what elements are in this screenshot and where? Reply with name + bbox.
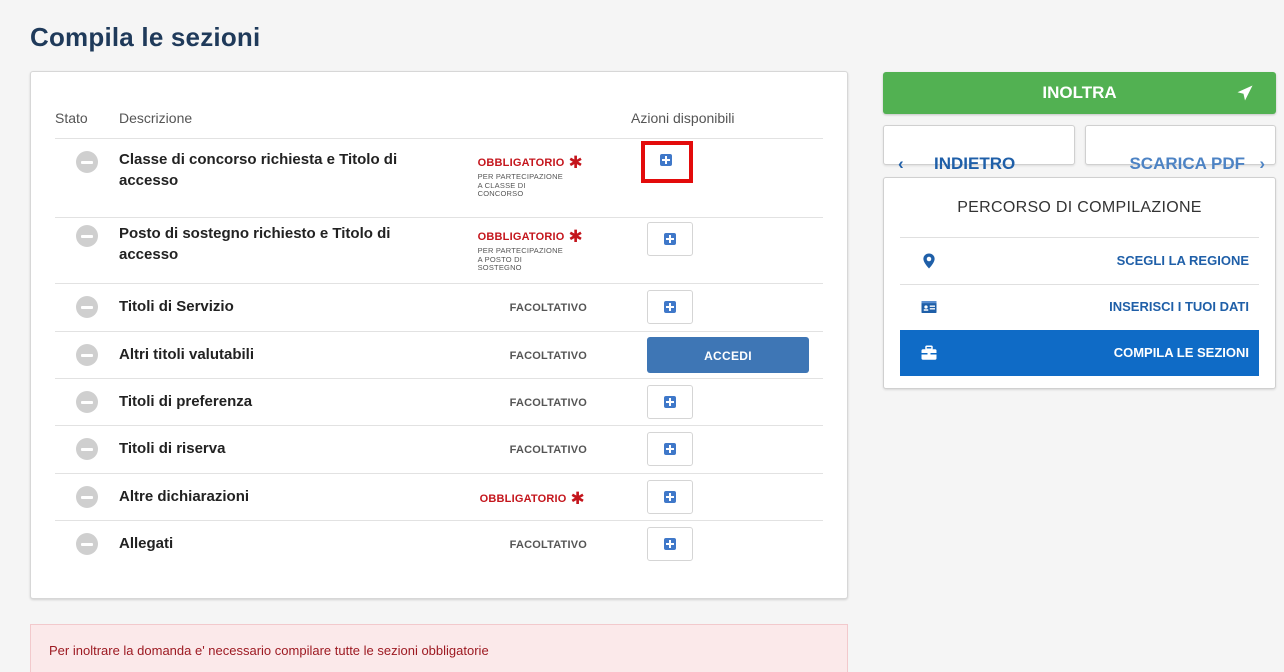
status-badge: FACOLTATIVO bbox=[509, 397, 587, 409]
paper-plane-icon bbox=[1237, 85, 1253, 101]
inoltra-label: INOLTRA bbox=[1042, 83, 1117, 102]
badge-note: PER PARTECIPAZIONE A POSTO DI SOSTEGNO bbox=[477, 246, 563, 272]
row-description: Titoli di riserva bbox=[119, 440, 226, 457]
id-card-icon bbox=[921, 301, 937, 313]
plus-icon bbox=[660, 154, 672, 166]
add-button[interactable] bbox=[647, 432, 693, 466]
step-scegli-regione[interactable]: SCEGLI LA REGIONE bbox=[900, 238, 1259, 285]
step-compila-sezioni[interactable]: COMPILA LE SEZIONI bbox=[900, 330, 1259, 376]
plus-icon bbox=[664, 301, 676, 313]
status-minus-icon bbox=[76, 296, 98, 318]
header-azioni: Azioni disponibili bbox=[631, 110, 735, 126]
status-badge: OBBLIGATORIO ✱ PER PARTECIPAZIONE A CLASS… bbox=[477, 153, 583, 198]
briefcase-icon bbox=[921, 345, 937, 360]
add-button[interactable] bbox=[647, 385, 693, 419]
table-row: Altre dichiarazioni OBBLIGATORIO ✱ bbox=[55, 473, 823, 521]
highlight-box bbox=[641, 141, 693, 183]
status-minus-icon bbox=[76, 391, 98, 413]
row-description: Altri titoli valutabili bbox=[119, 346, 255, 363]
header-descrizione: Descrizione bbox=[119, 110, 193, 126]
plus-icon bbox=[664, 491, 676, 503]
accedi-button[interactable]: ACCEDI bbox=[647, 337, 809, 373]
plus-icon bbox=[664, 443, 676, 455]
row-description: Classe di concorso richiesta e Titolo di… bbox=[119, 151, 398, 189]
badge-note: PER PARTECIPAZIONE A CLASSE DI CONCORSO bbox=[477, 172, 563, 198]
row-description: Allegati bbox=[119, 535, 174, 552]
table-row: Titoli di preferenza FACOLTATIVO bbox=[55, 378, 823, 426]
sections-card: Stato Descrizione Azioni disponibili Cla… bbox=[30, 71, 848, 599]
plus-icon bbox=[664, 396, 676, 408]
table-row: Titoli di Servizio FACOLTATIVO bbox=[55, 283, 823, 332]
status-minus-icon bbox=[76, 344, 98, 366]
map-pin-icon bbox=[923, 253, 935, 269]
table-row: Allegati FACOLTATIVO bbox=[55, 520, 823, 568]
row-description: Altre dichiarazioni bbox=[119, 488, 250, 505]
table-row: Classe di concorso richiesta e Titolo di… bbox=[55, 139, 823, 218]
status-badge: FACOLTATIVO bbox=[509, 302, 587, 314]
plus-icon bbox=[664, 538, 676, 550]
status-minus-icon bbox=[76, 438, 98, 460]
status-minus-icon bbox=[76, 533, 98, 555]
add-button[interactable] bbox=[647, 527, 693, 561]
status-badge: FACOLTATIVO bbox=[509, 350, 587, 362]
add-button[interactable] bbox=[647, 480, 693, 514]
plus-icon bbox=[664, 233, 676, 245]
status-badge: OBBLIGATORIO ✱ PER PARTECIPAZIONE A POSTO… bbox=[477, 227, 583, 272]
status-minus-icon bbox=[76, 486, 98, 508]
status-minus-icon bbox=[76, 151, 98, 173]
step-label: COMPILA LE SEZIONI bbox=[1113, 345, 1249, 360]
step-label: SCEGLI LA REGIONE bbox=[1116, 253, 1249, 268]
step-inserisci-dati[interactable]: INSERISCI I TUOI DATI bbox=[900, 284, 1259, 331]
row-description: Titoli di preferenza bbox=[119, 393, 253, 410]
download-pdf-button[interactable]: SCARICA PDF › bbox=[1085, 125, 1276, 173]
add-button[interactable] bbox=[647, 222, 693, 256]
header-stato: Stato bbox=[55, 110, 88, 126]
required-asterisk-icon: ✱ bbox=[570, 489, 585, 508]
table-row: Altri titoli valutabili FACOLTATIVO ACCE… bbox=[55, 331, 823, 379]
percorso-panel: PERCORSO DI COMPILAZIONE SCEGLI LA REGIO… bbox=[883, 177, 1276, 389]
required-asterisk-icon: ✱ bbox=[568, 227, 583, 246]
percorso-title: PERCORSO DI COMPILAZIONE bbox=[900, 178, 1259, 238]
required-asterisk-icon: ✱ bbox=[568, 153, 583, 172]
row-description: Titoli di Servizio bbox=[119, 298, 234, 315]
status-minus-icon bbox=[76, 225, 98, 247]
back-button[interactable]: ‹ INDIETRO bbox=[883, 125, 1075, 173]
table-row: Titoli di riserva FACOLTATIVO bbox=[55, 425, 823, 474]
alert-message: Per inoltrare la domanda e' necessario c… bbox=[30, 624, 848, 672]
status-badge: OBBLIGATORIO ✱ bbox=[479, 489, 585, 508]
add-button[interactable] bbox=[647, 146, 687, 178]
inoltra-button[interactable]: INOLTRA bbox=[883, 72, 1276, 114]
step-label: INSERISCI I TUOI DATI bbox=[1109, 299, 1249, 314]
status-badge: FACOLTATIVO bbox=[509, 444, 587, 456]
status-badge: FACOLTATIVO bbox=[509, 539, 587, 551]
table-header: Stato Descrizione Azioni disponibili bbox=[55, 106, 823, 139]
row-description: Posto di sostegno richiesto e Titolo di … bbox=[119, 225, 391, 263]
add-button[interactable] bbox=[647, 290, 693, 324]
page-title: Compila le sezioni bbox=[30, 22, 261, 52]
table-row: Posto di sostegno richiesto e Titolo di … bbox=[55, 217, 823, 284]
